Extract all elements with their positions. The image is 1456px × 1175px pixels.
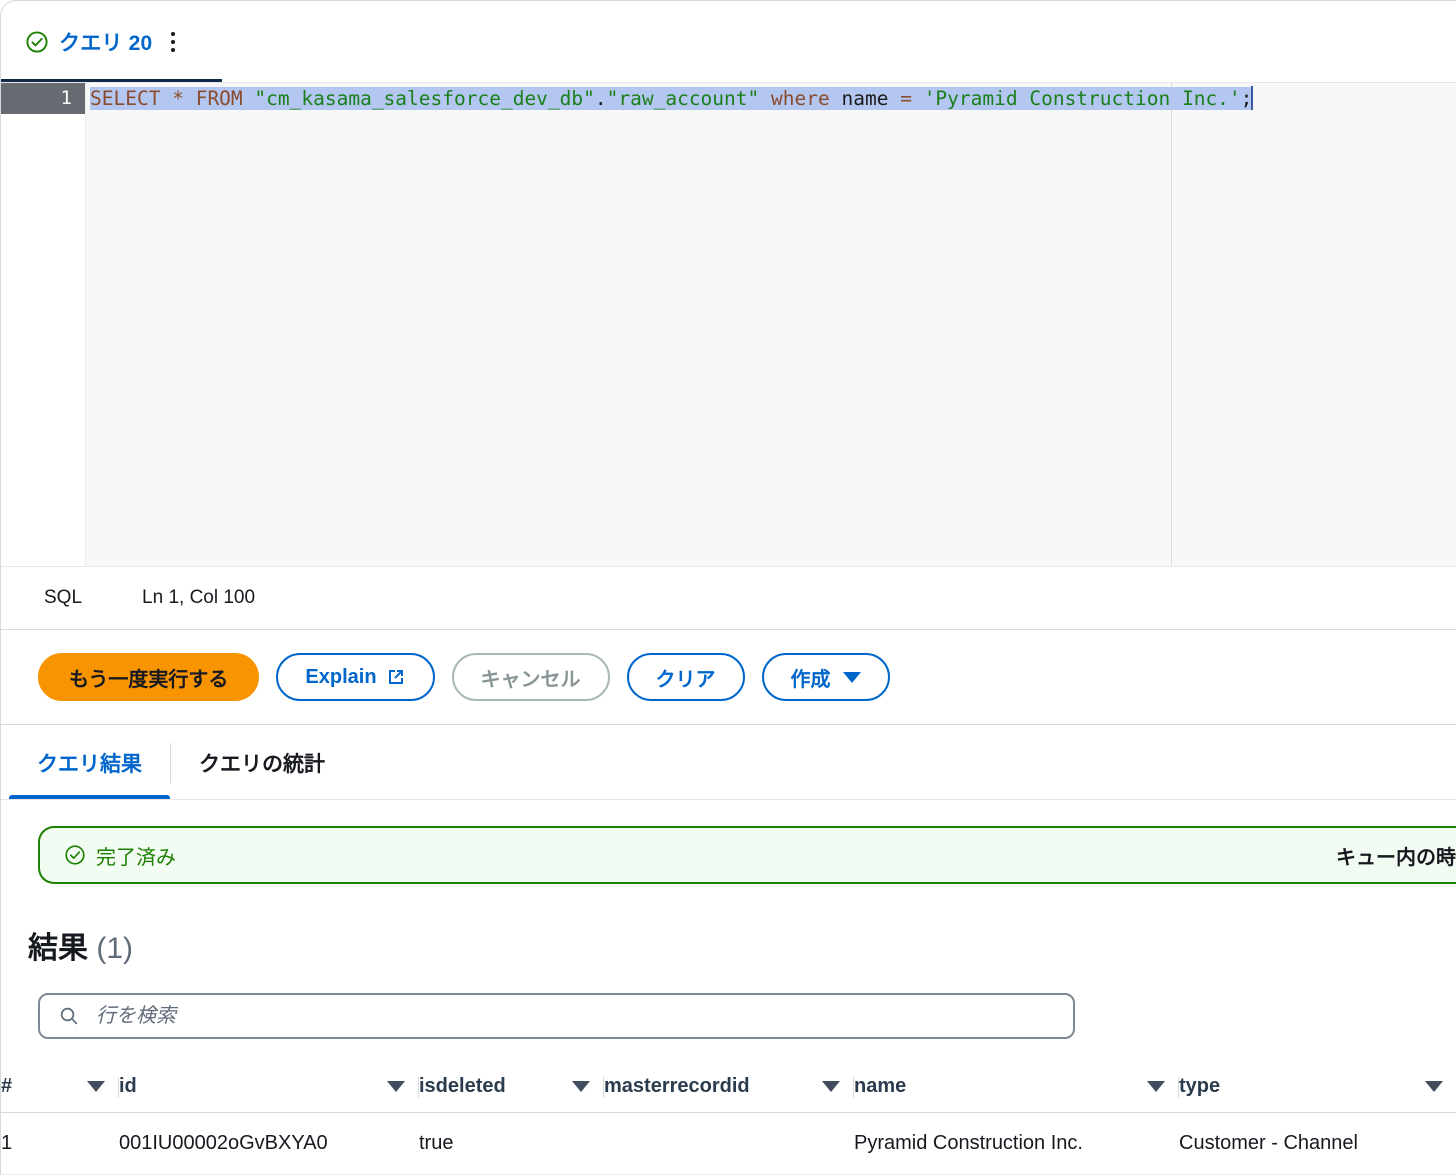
tab-query-statistics[interactable]: クエリの統計 [171,725,353,800]
cancel-button: キャンセル [451,653,610,701]
run-again-label: もう一度実行する [69,668,229,691]
results-table-head: # id isdeleted masterrecordid name type [1,1065,1456,1113]
chevron-down-icon [842,671,861,683]
column-header-num[interactable]: # [1,1065,119,1113]
editor-action-bar: もう一度実行する Explain キャンセル クリア 作成 [0,629,1456,724]
results-heading: 結果 (1) [28,923,1456,967]
column-header-num-label: # [1,1075,13,1097]
kebab-menu-icon[interactable] [164,30,182,54]
editor-cursor-position: Ln 1, Col 100 [142,587,256,608]
status-banner-left: 完了済み [64,841,176,870]
cell-id: 001IU00002oGvBXYA0 [119,1112,419,1175]
search-input[interactable] [94,1003,1055,1029]
tab-query-results[interactable]: クエリ結果 [9,725,170,800]
editor-gutter: 1 [1,83,86,566]
tab-query-statistics-label: クエリの統計 [199,752,325,776]
sort-icon-type[interactable] [1425,1081,1443,1092]
cell-type: Customer - Channel [1179,1112,1456,1175]
editor-ruler [1171,83,1172,566]
text-caret [1251,86,1254,110]
column-header-isdeleted[interactable]: isdeleted [419,1065,604,1113]
line-number: 1 [1,83,85,114]
cell-name: Pyramid Construction Inc. [854,1112,1179,1175]
sort-icon-num[interactable] [87,1081,105,1092]
results-table: # id isdeleted masterrecordid name type … [1,1065,1456,1175]
sort-icon-name[interactable] [1147,1081,1165,1092]
column-header-type-label: type [1179,1075,1221,1097]
column-header-masterrecordid[interactable]: masterrecordid [604,1065,854,1113]
check-circle-icon [26,31,48,53]
results-table-body: 1 001IU00002oGvBXYA0 true Pyramid Constr… [1,1112,1456,1175]
cancel-label: キャンセル [480,668,581,691]
cell-masterrecordid [604,1112,854,1175]
tab-query-results-label: クエリ結果 [37,752,142,776]
create-dropdown-button[interactable]: 作成 [761,653,890,701]
column-header-id-label: id [119,1075,137,1097]
status-banner-text: 完了済み [96,846,176,869]
run-again-button[interactable]: もう一度実行する [38,653,260,701]
query-editor-page: クエリ 20 1 SELECT * FROM "cm_kasama_salesf… [0,0,1456,1175]
sort-icon-masterrecordid[interactable] [822,1081,840,1092]
query-tab-strip: クエリ 20 [0,0,1456,83]
result-tab-bar: クエリ結果 クエリの統計 [0,724,1456,800]
cell-isdeleted: true [419,1112,604,1175]
column-header-name[interactable]: name [854,1065,1179,1113]
cell-num: 1 [1,1112,119,1175]
query-tab-label: クエリ 20 [59,32,153,55]
sql-statement-text: SELECT * FROM "cm_kasama_salesforce_dev_… [90,87,1253,110]
results-panel: 完了済み キュー内の時 結果 (1) 行を検索 # id isdeleted m… [0,800,1456,1175]
row-search-box[interactable] [38,993,1075,1039]
column-header-name-label: name [854,1075,907,1097]
results-count: (1) [96,932,134,965]
create-label: 作成 [790,668,831,691]
column-header-id[interactable]: id [119,1065,419,1113]
external-link-icon [388,670,403,684]
editor-status-bar: SQL Ln 1, Col 100 [0,566,1456,629]
editor-code-area[interactable]: SELECT * FROM "cm_kasama_salesforce_dev_… [86,83,1456,566]
sort-icon-id[interactable] [387,1081,405,1092]
clear-button[interactable]: クリア [626,653,745,701]
table-header-row: # id isdeleted masterrecordid name type [1,1065,1456,1113]
sql-editor[interactable]: 1 SELECT * FROM "cm_kasama_salesforce_de… [0,83,1456,566]
query-tab-query-20[interactable]: クエリ 20 [1,1,204,83]
search-icon [60,1007,78,1025]
column-header-isdeleted-label: isdeleted [419,1075,506,1097]
column-header-type[interactable]: type [1179,1065,1456,1113]
editor-language: SQL [44,587,83,608]
status-banner: 完了済み キュー内の時 [38,826,1456,884]
sort-icon-isdeleted[interactable] [572,1081,590,1092]
column-header-masterrecordid-label: masterrecordid [604,1075,750,1097]
explain-label: Explain [305,665,377,688]
explain-button[interactable]: Explain [276,653,435,701]
check-circle-icon [65,845,85,865]
results-heading-label: 結果 [28,932,88,965]
table-row[interactable]: 1 001IU00002oGvBXYA0 true Pyramid Constr… [1,1112,1456,1175]
clear-label: クリア [655,668,716,691]
status-banner-detail: キュー内の時 [1336,846,1456,869]
code-line-1[interactable]: SELECT * FROM "cm_kasama_salesforce_dev_… [86,83,1456,114]
